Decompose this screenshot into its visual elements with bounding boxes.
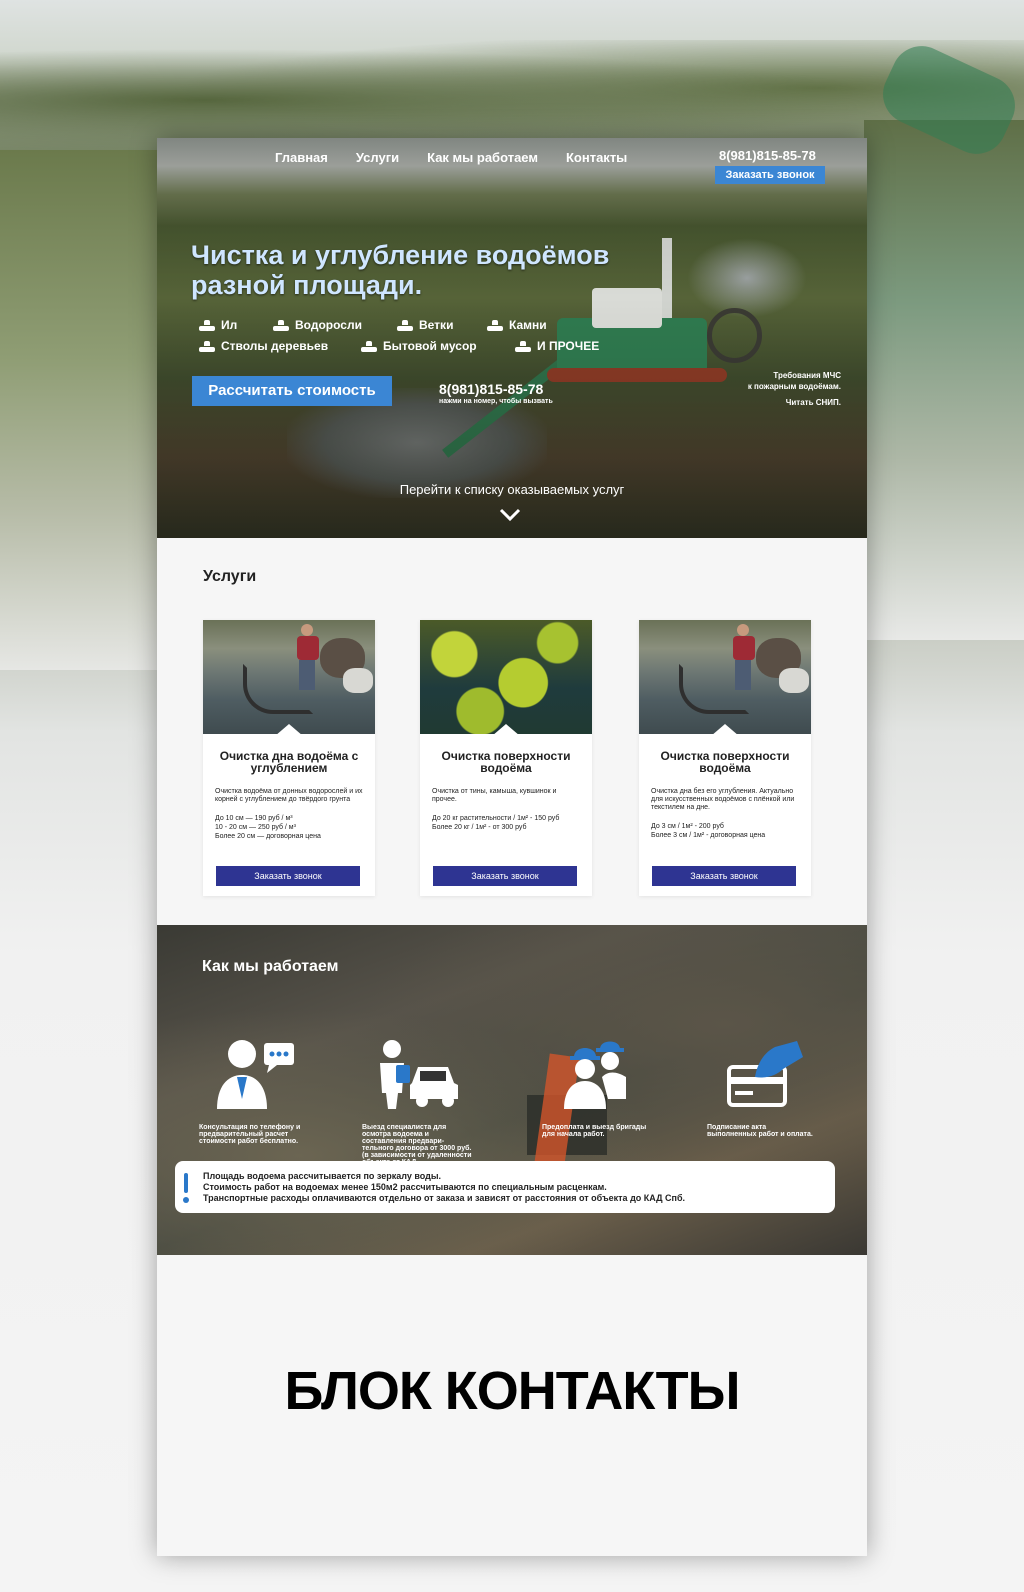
step-caption: Подписание акта выполненных работ и опла…	[707, 1124, 813, 1138]
service-title: Очистка дна водоёма с углублением	[219, 749, 359, 775]
chevron-down-icon[interactable]	[498, 507, 522, 523]
excavator-icon	[273, 319, 289, 331]
order-call-button[interactable]: Заказать звонок	[652, 866, 796, 886]
nav-how-we-work[interactable]: Как мы работаем	[427, 150, 538, 165]
step-caption: Выезд специалиста для осмотра водоема и …	[362, 1124, 472, 1166]
blurred-left-side	[0, 150, 160, 670]
header-phone[interactable]: 8(981)815-85-78	[719, 148, 816, 163]
contacts-section: БЛОК КОНТАКТЫ	[157, 1255, 867, 1556]
note-line: Площадь водоема рассчитывается по зеркал…	[203, 1171, 442, 1181]
feature-algae: Водоросли	[273, 318, 362, 332]
feature-household-waste: Бытовой мусор	[361, 339, 477, 353]
goto-services-link[interactable]: Перейти к списку оказываемых услуг	[157, 482, 867, 497]
services-title: Услуги	[203, 568, 257, 585]
services-section: Услуги Очистка дна водоёма с углублением…	[157, 538, 867, 934]
step-caption: Консультация по телефону и предварительн…	[199, 1124, 301, 1145]
hero-title: Чистка и углубление водоёмов разной площ…	[191, 240, 610, 300]
feature-stones: Камни	[487, 318, 547, 332]
feature-trunks: Стволы деревьев	[199, 339, 328, 353]
excavator-icon	[199, 319, 215, 331]
excavator-icon	[397, 319, 413, 331]
excavator-icon	[361, 340, 377, 352]
contacts-placeholder: БЛОК КОНТАКТЫ	[284, 1361, 740, 1421]
service-description: Очистка водоёма от донных водорослей и и…	[215, 788, 363, 803]
work-step: Подписание акта выполненных работ и опла…	[707, 1037, 817, 1138]
service-prices: До 3 см / 1м² - 200 руб Более 3 см / 1м²…	[651, 823, 766, 839]
consultant-icon	[217, 1040, 294, 1109]
service-photo	[420, 620, 592, 734]
note-line: Стоимость работ на водоемах менее 150м2 …	[203, 1182, 607, 1192]
excavator-icon	[487, 319, 503, 331]
service-photo	[203, 620, 375, 734]
workers-icon	[564, 1041, 626, 1109]
service-card: Очистка дна водоёма с углублением Очистк…	[203, 620, 375, 896]
service-title: Очистка поверхности водоёма	[660, 749, 790, 775]
service-card: Очистка поверхности водоёма Очистка дна …	[639, 620, 811, 896]
excavator-icon	[515, 340, 531, 352]
nav-contacts[interactable]: Контакты	[566, 150, 627, 165]
excavator-icon	[199, 340, 215, 352]
mchs-requirements: Требования МЧС к пожарным водоёмам.	[747, 371, 841, 391]
feature-silt: Ил	[199, 318, 237, 332]
service-prices: До 20 кг растительности / 1м² - 150 руб …	[432, 815, 560, 831]
main-nav: Главная Услуги Как мы работаем Контакты	[275, 150, 627, 165]
hero-phone[interactable]: 8(981)815-85-78	[439, 381, 543, 397]
specialist-car-icon	[380, 1040, 458, 1109]
nav-services[interactable]: Услуги	[356, 150, 399, 165]
snip-link[interactable]: Читать СНИП.	[786, 398, 841, 407]
landing-page: Главная Услуги Как мы работаем Контакты …	[157, 138, 867, 1556]
how-we-work-section: Как мы работаем Консультация по телефону…	[157, 925, 867, 1255]
service-card: Очистка поверхности водоёма Очистка от т…	[420, 620, 592, 896]
work-step: Предоплата и выезд бригады для начала ра…	[542, 1037, 652, 1138]
hero-section: Главная Услуги Как мы работаем Контакты …	[157, 138, 867, 538]
nav-home[interactable]: Главная	[275, 150, 328, 165]
step-caption: Предоплата и выезд бригады для начала ра…	[542, 1124, 647, 1138]
order-call-button[interactable]: Заказать звонок	[433, 866, 577, 886]
exclamation-icon	[183, 1173, 189, 1203]
service-description: Очистка дна без его углубления. Актуальн…	[651, 788, 795, 811]
feature-branches: Ветки	[397, 318, 453, 332]
blurred-right-side	[864, 120, 1024, 640]
order-call-button[interactable]: Заказать звонок	[216, 866, 360, 886]
service-title: Очистка поверхности водоёма	[441, 749, 571, 775]
card-payment-icon	[727, 1041, 803, 1107]
service-prices: До 10 см — 190 руб / м³ 10 - 20 см — 250…	[215, 815, 321, 840]
calculate-cost-button[interactable]: Рассчитать стоимость	[192, 376, 392, 406]
how-we-work-title: Как мы работаем	[202, 958, 339, 975]
feature-other: И ПРОЧЕЕ	[515, 339, 599, 353]
pricing-note: Площадь водоема рассчитывается по зеркал…	[175, 1161, 835, 1213]
work-step: Консультация по телефону и предварительн…	[199, 1037, 309, 1145]
hero-phone-note: нажми на номер, чтобы вызвать	[439, 398, 553, 405]
note-line: Транспортные расходы оплачиваются отдель…	[203, 1193, 686, 1203]
header-call-button[interactable]: Заказать звонок	[715, 166, 825, 184]
work-step: Выезд специалиста для осмотра водоема и …	[362, 1037, 472, 1166]
service-photo	[639, 620, 811, 734]
service-description: Очистка от тины, камыша, кувшинок и проч…	[432, 788, 557, 803]
